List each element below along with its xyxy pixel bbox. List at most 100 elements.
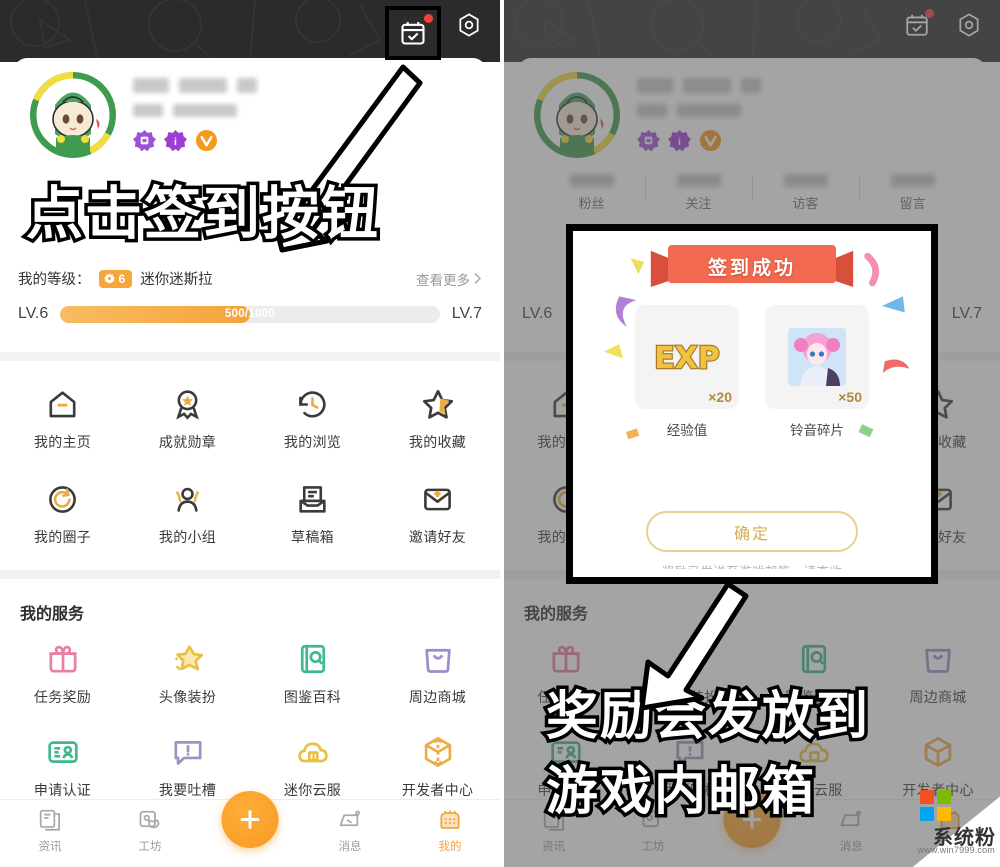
quick-item-drafts[interactable]: 草稿箱 bbox=[250, 480, 375, 547]
service-item-task-reward[interactable]: 任务奖励 bbox=[0, 640, 125, 707]
service-item-developer[interactable]: 开发者中心 bbox=[375, 733, 500, 800]
service-item-certification[interactable]: 申请认证 bbox=[0, 733, 125, 800]
services-grid: 任务奖励 头像装扮 图鉴百科 周边商城 申请认证 我要吐槽 迷你云服 开发者中心 bbox=[0, 640, 500, 800]
services-title: 我的服务 bbox=[20, 606, 85, 623]
level-number: 6 bbox=[118, 271, 126, 286]
cube-dev-icon bbox=[419, 733, 457, 771]
service-item-cloud[interactable]: 迷你云服 bbox=[250, 733, 375, 800]
level-label: 我的等级： bbox=[18, 272, 91, 288]
workshop-icon bbox=[139, 810, 160, 829]
reward-item: EXP ×20 经验值 bbox=[635, 305, 739, 439]
circle-refresh-icon bbox=[44, 480, 82, 518]
reward-name: 铃音碎片 bbox=[790, 423, 844, 438]
service-item-label: 开发者中心 bbox=[401, 782, 474, 798]
reward-list: EXP ×20 经验值 ×50 铃音碎片 bbox=[581, 305, 923, 439]
left-caption: 点击签到按钮 bbox=[23, 181, 382, 248]
tab-label: 工坊 bbox=[138, 841, 162, 853]
confirm-button[interactable]: 确定 bbox=[646, 511, 858, 552]
quick-item-label: 我的小组 bbox=[158, 529, 217, 545]
profile-icon bbox=[440, 810, 460, 829]
service-item-label: 图鉴百科 bbox=[283, 689, 342, 705]
quick-item-label: 我的圈子 bbox=[33, 529, 92, 545]
right-caption-line-2: 游戏内邮箱 bbox=[542, 761, 817, 822]
view-more-link[interactable]: 查看更多 bbox=[416, 269, 482, 289]
gift-icon bbox=[44, 640, 82, 678]
next-level-label: LV.7 bbox=[451, 305, 482, 322]
quick-item-label: 我的收藏 bbox=[408, 434, 467, 450]
logo-square-green bbox=[937, 790, 951, 804]
character-shard-icon bbox=[788, 328, 846, 386]
section-divider-1 bbox=[0, 352, 500, 361]
reward-qty: ×50 bbox=[838, 389, 862, 405]
history-clock-icon bbox=[294, 385, 332, 423]
logo-square-red bbox=[920, 790, 934, 804]
tab-messages[interactable]: 消息 bbox=[300, 807, 400, 854]
modal-ribbon: 签到成功 bbox=[646, 245, 858, 287]
gear-flower-icon bbox=[103, 273, 115, 284]
medal-icon bbox=[169, 385, 207, 423]
exp-token-icon: EXP bbox=[654, 340, 720, 377]
news-icon bbox=[39, 809, 60, 831]
reward-name: 经验值 bbox=[666, 423, 708, 438]
group-person-icon bbox=[169, 480, 207, 518]
service-item-encyclopedia[interactable]: 图鉴百科 bbox=[250, 640, 375, 707]
service-item-store[interactable]: 周边商城 bbox=[375, 640, 500, 707]
service-item-avatar-decor[interactable]: 头像装扮 bbox=[125, 640, 250, 707]
home-icon bbox=[44, 385, 82, 423]
four-square-logo bbox=[920, 790, 951, 821]
avatar[interactable] bbox=[30, 72, 116, 158]
service-item-label: 头像装扮 bbox=[158, 689, 217, 705]
quick-item-label: 我的主页 bbox=[33, 434, 92, 450]
service-item-feedback[interactable]: 我要吐槽 bbox=[125, 733, 250, 800]
cloud-server-icon bbox=[294, 733, 332, 771]
game-mascot-avatar bbox=[30, 72, 116, 158]
settings-button[interactable] bbox=[454, 10, 484, 40]
shopping-bag-icon bbox=[419, 640, 457, 678]
feedback-bubble-icon bbox=[169, 733, 207, 771]
quick-item-home[interactable]: 我的主页 bbox=[0, 385, 125, 452]
book-search-icon bbox=[294, 640, 332, 678]
watermark: 系统粉 www.win7999.com bbox=[882, 781, 1000, 867]
level-progress-row: LV.6 500/1000 LV.7 bbox=[18, 305, 482, 323]
star-icon bbox=[419, 385, 457, 423]
tutorial-screenshot: i 我的等级： 6 迷你迷斯拉 查看更多 LV.6 500/1000 LV.7 … bbox=[0, 0, 1000, 867]
reward-item: ×50 铃音碎片 bbox=[765, 305, 869, 439]
tab-news[interactable]: 资讯 bbox=[0, 807, 100, 854]
callout-arrow-icon bbox=[639, 581, 749, 711]
quick-item-label: 成就勋章 bbox=[158, 434, 217, 450]
orange-v-badge[interactable] bbox=[195, 129, 218, 152]
modal-footer-note: 奖励已发送至游戏邮箱，请查收 bbox=[581, 561, 923, 569]
message-icon bbox=[339, 810, 360, 827]
purple-info-badge[interactable]: i bbox=[164, 129, 187, 152]
service-item-label: 我要吐槽 bbox=[158, 782, 217, 798]
quick-item-history[interactable]: 我的浏览 bbox=[250, 385, 375, 452]
plus-fab-icon[interactable] bbox=[221, 791, 279, 848]
certify-id-icon bbox=[44, 733, 82, 771]
level-progress-text: 500/1000 bbox=[224, 308, 276, 320]
modal-title: 签到成功 bbox=[707, 257, 796, 279]
quick-item-circle[interactable]: 我的圈子 bbox=[0, 480, 125, 547]
reward-box: EXP ×20 bbox=[635, 305, 739, 409]
quick-item-medal[interactable]: 成就勋章 bbox=[125, 385, 250, 452]
svg-text:EXP: EXP bbox=[654, 341, 720, 376]
quick-item-favorites[interactable]: 我的收藏 bbox=[375, 385, 500, 452]
quick-item-group[interactable]: 我的小组 bbox=[125, 480, 250, 547]
quick-item-label: 草稿箱 bbox=[291, 529, 334, 545]
tab-workshop[interactable]: 工坊 bbox=[100, 807, 200, 854]
invite-envelope-icon bbox=[419, 480, 457, 518]
level-title: 迷你迷斯拉 bbox=[140, 272, 213, 288]
purple-medal-badge[interactable] bbox=[133, 129, 156, 152]
current-level-label: LV.6 bbox=[18, 305, 49, 322]
watermark-url: www.win7999.com bbox=[917, 845, 995, 855]
tab-label: 消息 bbox=[338, 841, 362, 853]
quick-item-invite[interactable]: 邀请好友 bbox=[375, 480, 500, 547]
level-progress-bar: 500/1000 bbox=[60, 305, 440, 323]
tab-profile[interactable]: 我的 bbox=[400, 807, 500, 854]
logo-square-blue bbox=[920, 807, 934, 821]
section-divider-2 bbox=[0, 570, 500, 579]
reward-qty: ×20 bbox=[708, 389, 732, 405]
service-item-label: 迷你云服 bbox=[283, 782, 342, 798]
quick-item-label: 邀请好友 bbox=[408, 529, 467, 545]
tab-label: 我的 bbox=[438, 841, 462, 853]
draft-box-icon bbox=[294, 480, 332, 518]
